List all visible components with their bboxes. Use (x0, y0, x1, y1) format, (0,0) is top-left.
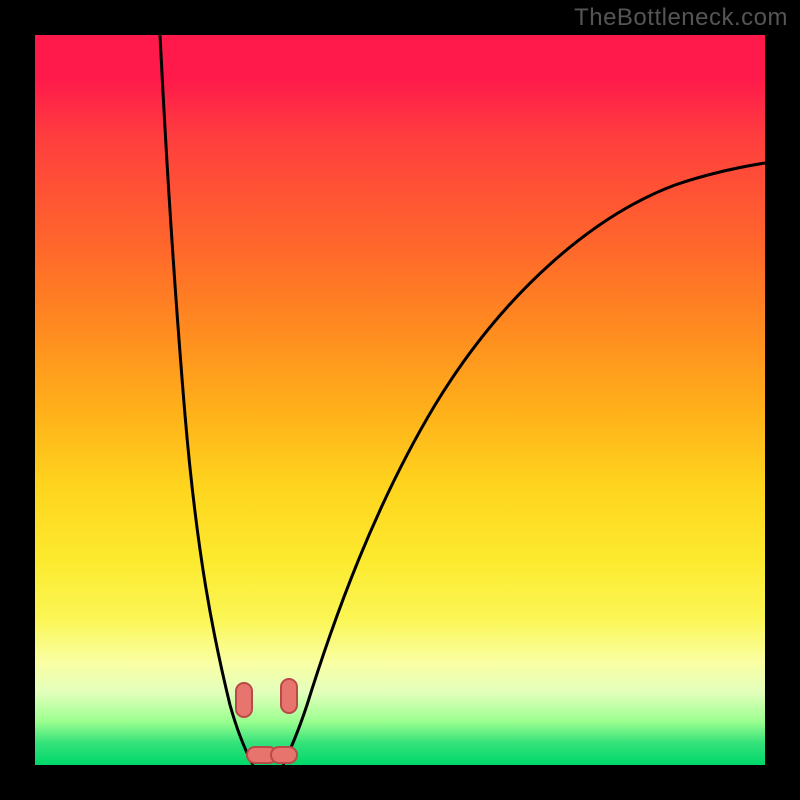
marker-bottom-right (271, 747, 297, 763)
curve-left (160, 35, 253, 765)
marker-right-vertical (281, 679, 297, 713)
marker-left-vertical (236, 683, 252, 717)
watermark-text: TheBottleneck.com (574, 4, 788, 32)
plot-area (35, 35, 765, 765)
chart-root: TheBottleneck.com (0, 0, 800, 800)
curve-right (283, 163, 765, 765)
curves-layer (35, 35, 765, 765)
